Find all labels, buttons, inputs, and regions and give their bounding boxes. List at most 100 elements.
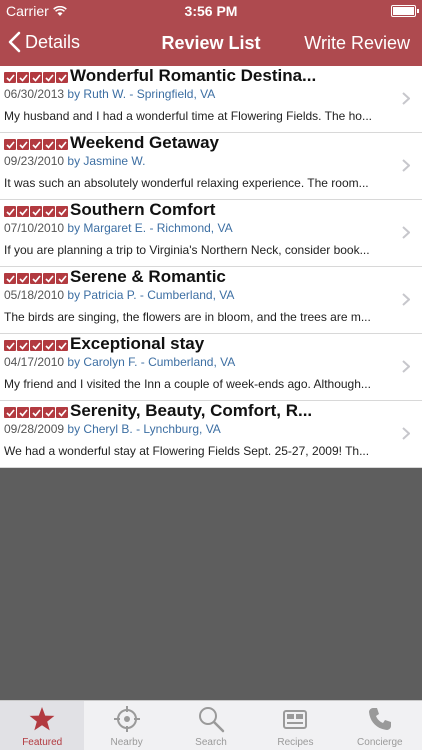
review-excerpt: If you are planning a trip to Virginia's… xyxy=(4,243,370,257)
back-button-label: Details xyxy=(25,31,81,52)
rating-star-icon xyxy=(43,206,55,217)
review-excerpt: My friend and I visited the Inn a couple… xyxy=(4,377,371,391)
battery-icon xyxy=(391,5,419,17)
rating-star-icon xyxy=(4,206,16,217)
rating-stars xyxy=(4,340,68,351)
review-date: 06/30/2013 xyxy=(4,87,65,101)
rating-star-icon xyxy=(30,273,42,284)
rating-star-icon xyxy=(56,139,68,150)
rating-stars xyxy=(4,273,68,284)
review-row[interactable]: Serenity, Beauty, Comfort, R... 09/28/200… xyxy=(0,401,422,468)
chevron-right-icon xyxy=(402,226,410,239)
rating-star-icon xyxy=(4,72,16,83)
tab-label: Recipes xyxy=(277,737,314,748)
review-author: by Carolyn F. - Cumberland, VA xyxy=(67,355,236,369)
tab-bar: Featured Nearby Search Recipes Concierge xyxy=(0,700,422,750)
rating-star-icon xyxy=(4,340,16,351)
crosshair-icon xyxy=(113,706,140,732)
review-title: Serene & Romantic xyxy=(70,267,226,286)
chevron-left-icon xyxy=(8,31,21,53)
rating-star-icon xyxy=(43,273,55,284)
review-title: Serenity, Beauty, Comfort, R... xyxy=(70,401,313,420)
rating-star-icon xyxy=(30,340,42,351)
rating-star-icon xyxy=(30,72,42,83)
review-author: by Cheryl B. - Lynchburg, VA xyxy=(67,422,221,436)
rating-star-icon xyxy=(56,206,68,217)
review-date: 04/17/2010 xyxy=(4,355,65,369)
rating-stars xyxy=(4,139,68,150)
rating-star-icon xyxy=(17,273,29,284)
tab-label: Search xyxy=(195,737,227,748)
rating-star-icon xyxy=(17,407,29,418)
status-bar: Carrier 3:56 PM xyxy=(0,0,422,22)
rating-star-icon xyxy=(30,139,42,150)
rating-star-icon xyxy=(56,273,68,284)
clock: 3:56 PM xyxy=(184,3,238,19)
write-review-button[interactable]: Write Review xyxy=(304,33,410,54)
chevron-right-icon xyxy=(402,293,410,306)
phone-icon xyxy=(368,708,391,730)
search-icon xyxy=(199,707,225,733)
tab-label: Concierge xyxy=(357,737,403,748)
tab-nearby[interactable]: Nearby xyxy=(84,701,168,750)
chevron-right-icon xyxy=(402,360,410,373)
recipes-icon xyxy=(283,710,308,729)
rating-star-icon xyxy=(4,407,16,418)
review-row[interactable]: Weekend Getaway 09/23/2010 by Jasmine W. I… xyxy=(0,133,422,200)
tab-concierge[interactable]: Concierge xyxy=(338,701,422,750)
review-excerpt: We had a wonderful stay at Flowering Fie… xyxy=(4,444,370,458)
review-excerpt: It was such an absolutely wonderful rela… xyxy=(4,176,369,190)
review-author: by Margaret E. - Richmond, VA xyxy=(67,221,233,235)
rating-star-icon xyxy=(17,206,29,217)
rating-star-icon xyxy=(43,139,55,150)
review-list: Wonderful Romantic Destina... 06/30/2013 … xyxy=(0,66,422,468)
rating-star-icon xyxy=(43,407,55,418)
review-row[interactable]: Exceptional stay 04/17/2010 by Carolyn F.… xyxy=(0,334,422,401)
rating-star-icon xyxy=(30,206,42,217)
rating-star-icon xyxy=(17,139,29,150)
review-excerpt: My husband and I had a wonderful time at… xyxy=(4,109,372,123)
tab-label: Nearby xyxy=(110,737,143,748)
rating-stars xyxy=(4,72,68,83)
review-author: by Ruth W. - Springfield, VA xyxy=(67,87,216,101)
rating-star-icon xyxy=(56,72,68,83)
rating-star-icon xyxy=(56,407,68,418)
tab-recipes[interactable]: Recipes xyxy=(253,701,337,750)
tab-featured[interactable]: Featured xyxy=(0,701,85,750)
tab-label: Featured xyxy=(22,737,63,748)
rating-star-icon xyxy=(17,340,29,351)
review-meta: 06/30/2013 by Ruth W. - Springfield, VA xyxy=(4,87,215,101)
review-author: by Patricia P. - Cumberland, VA xyxy=(67,288,235,302)
review-meta: 09/28/2009 by Cheryl B. - Lynchburg, VA xyxy=(4,422,221,436)
back-button[interactable]: Details xyxy=(8,31,80,53)
rating-star-icon xyxy=(43,340,55,351)
tab-search[interactable]: Search xyxy=(169,701,253,750)
rating-star-icon xyxy=(4,139,16,150)
rating-star-icon xyxy=(4,273,16,284)
chevron-right-icon xyxy=(402,92,410,105)
chevron-right-icon xyxy=(402,427,410,440)
navigation-bar: Details Review List Write Review xyxy=(0,22,422,66)
rating-star-icon xyxy=(17,72,29,83)
review-title: Southern Comfort xyxy=(70,200,216,219)
star-icon xyxy=(29,707,55,731)
chevron-right-icon xyxy=(402,159,410,172)
review-excerpt: The birds are singing, the flowers are i… xyxy=(4,310,371,324)
review-title: Weekend Getaway xyxy=(70,133,219,152)
rating-star-icon xyxy=(30,407,42,418)
review-date: 05/18/2010 xyxy=(4,288,65,302)
review-meta: 05/18/2010 by Patricia P. - Cumberland, … xyxy=(4,288,234,302)
rating-stars xyxy=(4,206,68,217)
rating-stars xyxy=(4,407,68,418)
review-row[interactable]: Wonderful Romantic Destina... 06/30/2013 … xyxy=(0,66,422,133)
review-meta: 07/10/2010 by Margaret E. - Richmond, VA xyxy=(4,221,233,235)
rating-star-icon xyxy=(43,72,55,83)
review-date: 09/28/2009 xyxy=(4,422,65,436)
review-meta: 09/23/2010 by Jasmine W. xyxy=(4,154,145,168)
review-row[interactable]: Southern Comfort 07/10/2010 by Margaret E… xyxy=(0,200,422,267)
review-meta: 04/17/2010 by Carolyn F. - Cumberland, V… xyxy=(4,355,235,369)
review-row[interactable]: Serene & Romantic 05/18/2010 by Patricia … xyxy=(0,267,422,334)
rating-star-icon xyxy=(56,340,68,351)
review-author: by Jasmine W. xyxy=(67,154,146,168)
review-date: 09/23/2010 xyxy=(4,154,65,168)
